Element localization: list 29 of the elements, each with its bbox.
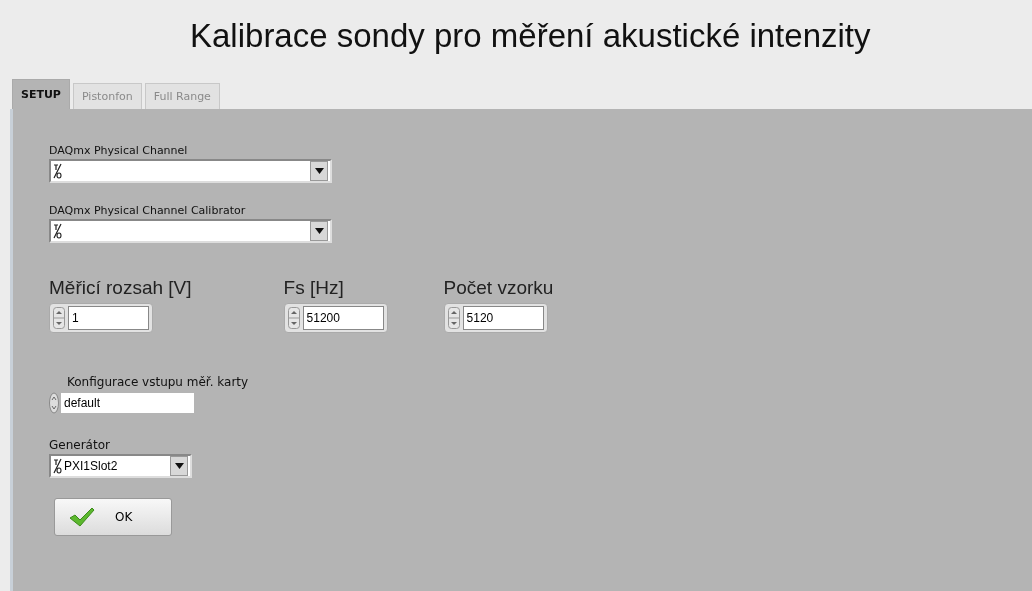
io-icon [53,223,62,239]
field-label: Generátor [49,438,111,453]
caret-icon [314,168,324,174]
dropdown-button[interactable] [310,221,328,241]
ring-field[interactable]: default [61,393,194,413]
field-label: DAQmx Physical Channel [49,143,189,158]
field-label: Fs [Hz] [283,277,345,300]
spinner-icon[interactable] [447,307,460,329]
generator-dropdown[interactable]: PXI1Slot2 [49,454,192,478]
field-label: Měřicí rozsah [V] [49,277,192,300]
tab[interactable]: SETUP [12,79,70,109]
caret-icon [314,228,324,234]
ok-button[interactable]: OK [54,498,172,536]
spinner-icon[interactable] [53,307,65,329]
window-title: Kalibrace sondy pro měření akustické intenzity [189,16,872,54]
checkmark-icon [69,507,95,527]
spinner-icon[interactable] [287,307,300,329]
dropdown-button[interactable] [170,456,188,476]
io-icon [53,163,62,179]
io-icon [53,458,62,474]
field-label: DAQmx Physical Channel Calibrator [49,203,247,218]
caret-icon [174,463,184,469]
field-label: Počet vzorku [443,277,554,300]
dropdown-button[interactable] [310,161,328,181]
ring-arrows-icon[interactable] [49,392,59,414]
numeric-control[interactable]: 5120 [443,303,548,333]
numeric-control[interactable]: 51200 [283,303,388,333]
field-label: Konfigurace vstupu měř. karty [67,375,250,390]
numeric-control[interactable]: 1 [49,303,153,333]
